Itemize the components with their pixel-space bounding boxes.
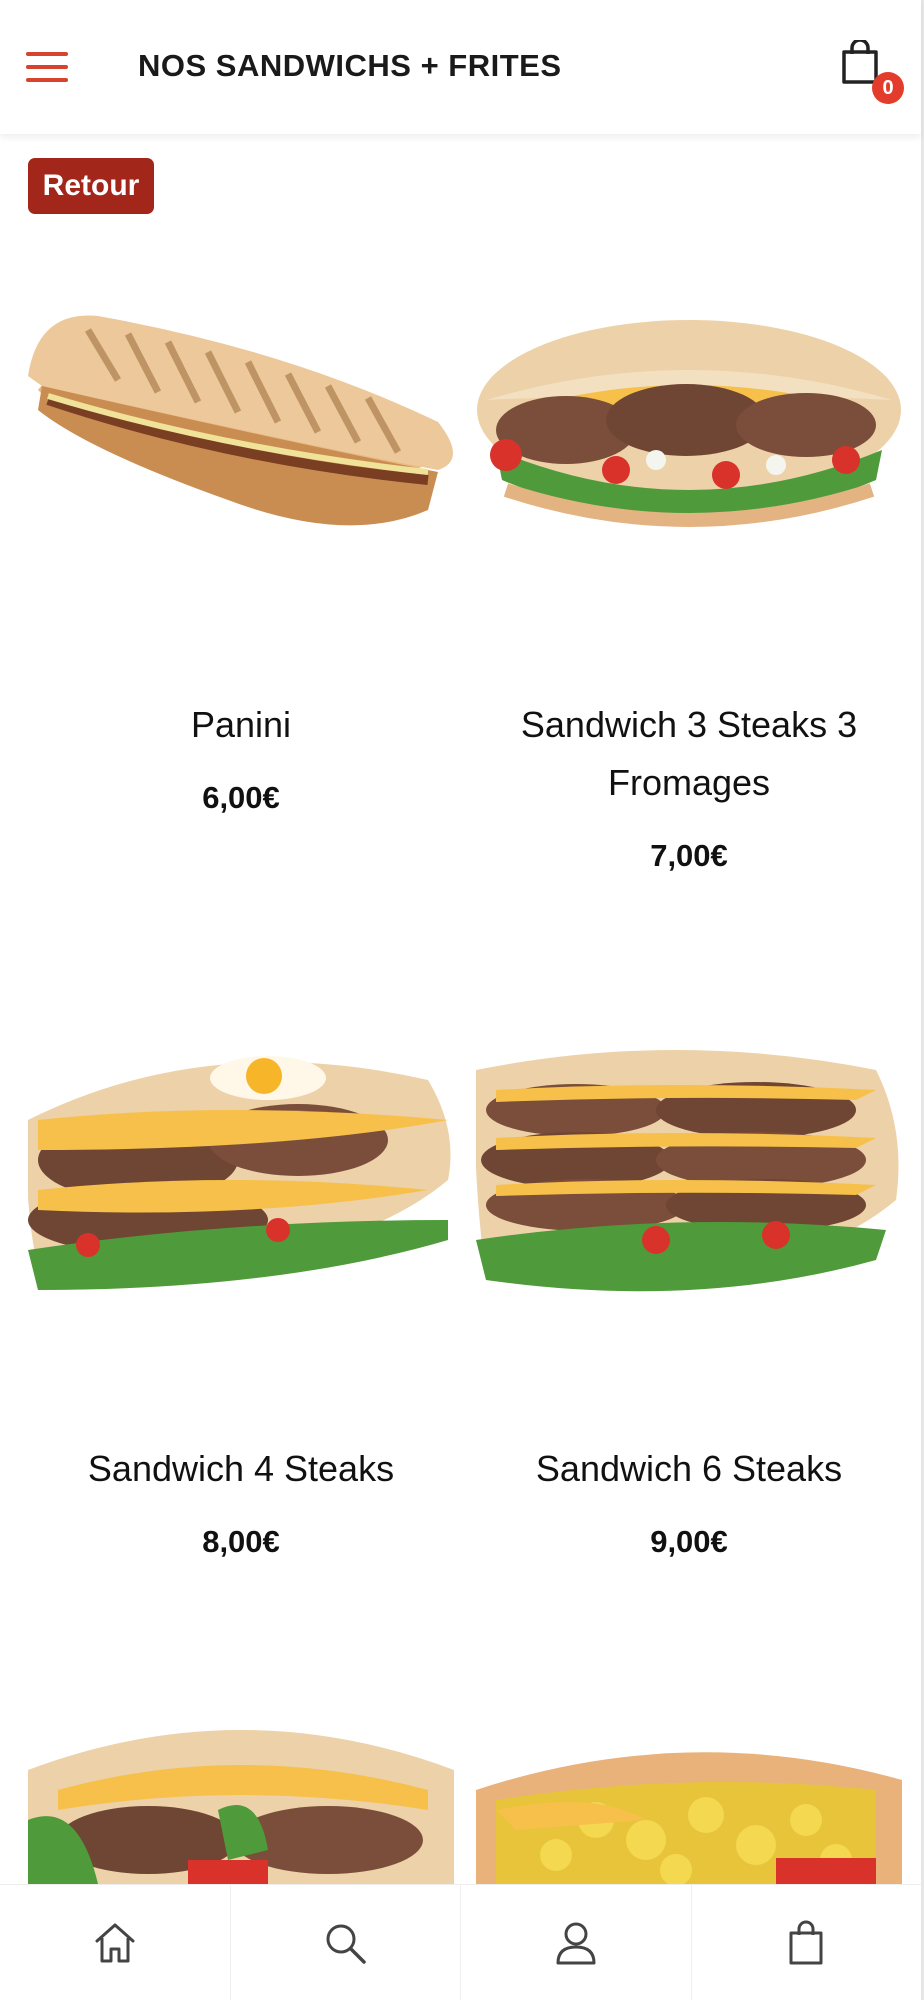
product-card-sandwich-4-steaks[interactable]: Sandwich 4 Steaks 8,00€ bbox=[28, 1040, 454, 1560]
nav-home[interactable] bbox=[0, 1885, 231, 2000]
product-name: Sandwich 4 Steaks bbox=[87, 1448, 395, 1489]
home-icon bbox=[95, 1923, 135, 1962]
page: NOS SANDWICHS + FRITES 0 Retour Panini 6… bbox=[0, 0, 924, 2000]
product-image-sandwich-4-steaks bbox=[28, 1056, 451, 1290]
hamburger-menu-icon[interactable] bbox=[26, 52, 68, 88]
app-header: NOS SANDWICHS + FRITES 0 bbox=[0, 0, 921, 134]
nav-cart[interactable] bbox=[692, 1885, 922, 2000]
product-price: 6,00€ bbox=[202, 780, 280, 815]
product-image-panini bbox=[28, 315, 453, 526]
product-card-partial-2[interactable] bbox=[476, 1730, 902, 1884]
search-icon bbox=[326, 1924, 366, 1964]
product-card-partial-1[interactable] bbox=[28, 1710, 454, 1884]
product-price: 8,00€ bbox=[202, 1524, 280, 1559]
product-image-partial-2 bbox=[476, 1752, 902, 1884]
cart-count-badge: 0 bbox=[872, 72, 904, 104]
product-price: 9,00€ bbox=[650, 1524, 728, 1559]
page-title: NOS SANDWICHS + FRITES bbox=[138, 48, 562, 83]
shopping-bag-icon bbox=[789, 1920, 823, 1964]
product-name: Panini bbox=[190, 704, 292, 745]
product-name: Sandwich 3 Steaks 3 Fromages bbox=[520, 704, 858, 803]
product-image-partial-1 bbox=[28, 1730, 454, 1884]
product-card-panini[interactable]: Panini 6,00€ bbox=[28, 300, 454, 840]
nav-search[interactable] bbox=[231, 1885, 461, 2000]
product-image-sandwich-6-steaks bbox=[476, 1050, 899, 1292]
product-image-sandwich-3-steaks bbox=[477, 320, 901, 527]
cart-button[interactable]: 0 bbox=[838, 38, 908, 110]
user-icon bbox=[556, 1922, 596, 1964]
bottom-navigation bbox=[0, 1884, 921, 2000]
nav-account[interactable] bbox=[461, 1885, 692, 2000]
product-card-sandwich-3-steaks-3-fromages[interactable]: Sandwich 3 Steaks 3 Fromages 7,00€ bbox=[476, 300, 902, 900]
product-price: 7,00€ bbox=[650, 838, 728, 873]
product-name: Sandwich 6 Steaks bbox=[535, 1448, 843, 1489]
back-button[interactable]: Retour bbox=[28, 158, 154, 214]
product-card-sandwich-6-steaks[interactable]: Sandwich 6 Steaks 9,00€ bbox=[476, 1040, 902, 1560]
